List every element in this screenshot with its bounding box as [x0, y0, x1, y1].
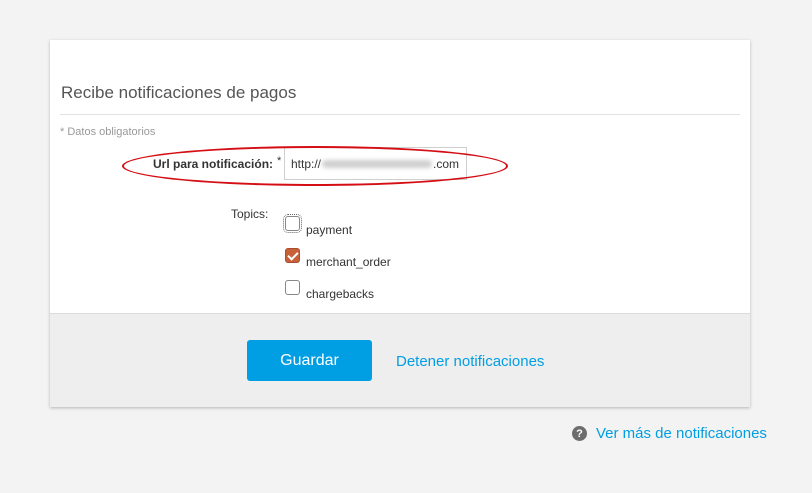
- required-fields-note: * Datos obligatorios: [60, 126, 156, 138]
- card-footer: Guardar Detener notificaciones: [50, 313, 750, 407]
- topic-payment[interactable]: payment: [283, 214, 352, 237]
- more-notifications-label: Ver más de notificaciones: [596, 425, 767, 442]
- topics-label: Topics:: [231, 207, 269, 221]
- topic-label: chargebacks: [306, 286, 375, 301]
- chargebacks-checkbox[interactable]: [285, 280, 300, 295]
- topic-chargebacks[interactable]: chargebacks: [285, 280, 374, 301]
- url-suffix: .com: [433, 156, 460, 171]
- required-mark: *: [277, 155, 282, 167]
- notification-url-input[interactable]: http:// .com: [284, 147, 467, 180]
- save-button[interactable]: Guardar: [247, 340, 372, 381]
- more-notifications-link[interactable]: ? Ver más de notificaciones: [572, 425, 767, 442]
- help-circle-icon: ?: [572, 426, 587, 441]
- title-divider: [60, 114, 740, 115]
- topic-label: payment: [306, 222, 353, 237]
- payment-checkbox[interactable]: [283, 214, 302, 233]
- topic-merchant-order[interactable]: merchant_order: [285, 248, 391, 269]
- notifications-card: Recibe notificaciones de pagos * Datos o…: [50, 40, 750, 407]
- url-field-label: Url para notificación: *: [153, 155, 282, 171]
- url-prefix: http://: [291, 156, 322, 171]
- url-label-text: Url para notificación:: [153, 157, 274, 171]
- merchant-order-checkbox[interactable]: [285, 248, 300, 263]
- redacted-url-text: [322, 159, 433, 168]
- topic-label: merchant_order: [306, 254, 391, 269]
- stop-notifications-link[interactable]: Detener notificaciones: [396, 353, 544, 370]
- card-title: Recibe notificaciones de pagos: [61, 83, 297, 102]
